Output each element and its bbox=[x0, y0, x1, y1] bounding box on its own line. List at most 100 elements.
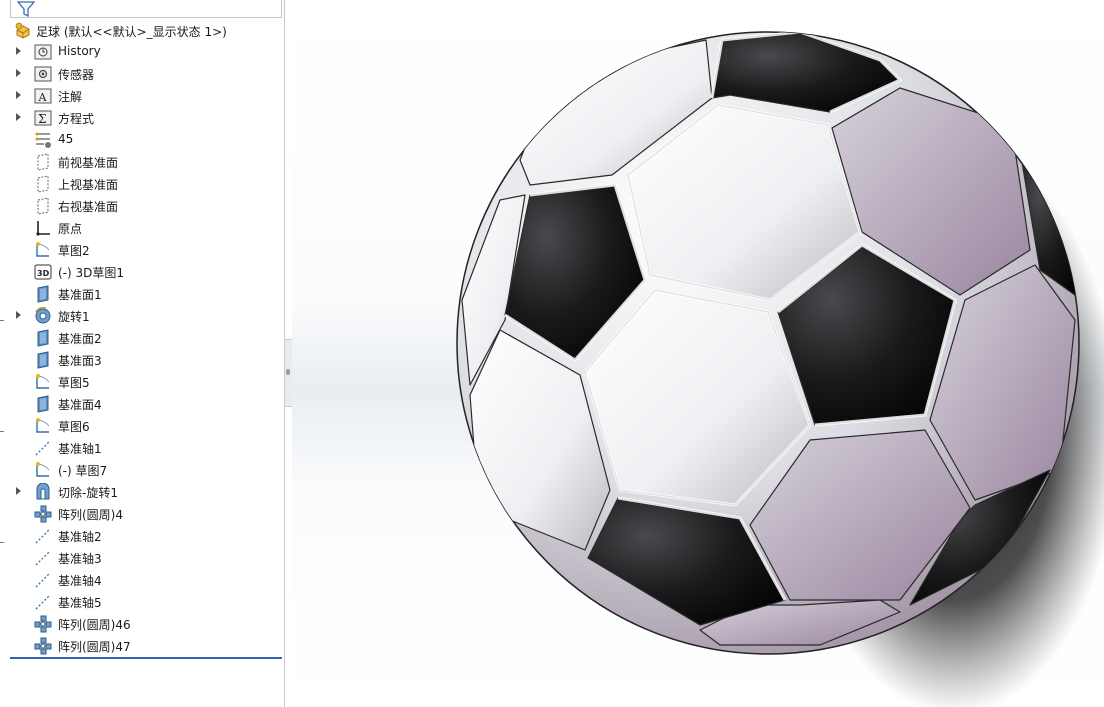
svg-text:Σ: Σ bbox=[38, 112, 46, 126]
tree-item[interactable]: 基准面2 bbox=[0, 327, 280, 349]
tree-item-label: 阵列(圆周)4 bbox=[58, 508, 123, 522]
tree-item[interactable]: 基准面1 bbox=[0, 283, 280, 305]
tree-item-label: History bbox=[58, 44, 101, 58]
tree-item-label: 基准轴1 bbox=[58, 442, 102, 456]
tree-item[interactable]: 草图5 bbox=[0, 371, 280, 393]
rollback-bar[interactable] bbox=[10, 657, 282, 659]
origin-icon bbox=[36, 221, 50, 236]
axis-icon bbox=[35, 550, 51, 566]
tree-root-part[interactable]: 足球 (默认<<默认>_显示状态 1>) bbox=[14, 21, 227, 41]
expand-arrow-icon[interactable] bbox=[16, 47, 21, 55]
tree-item[interactable]: 45 bbox=[0, 129, 280, 151]
tree-item[interactable]: 前视基准面 bbox=[0, 151, 280, 173]
axis-icon bbox=[35, 528, 51, 544]
soccer-ball-model[interactable] bbox=[292, 0, 1104, 707]
ref-plane-icon bbox=[37, 395, 49, 413]
tree-item-label: (-) 草图7 bbox=[58, 464, 108, 478]
plane-icon bbox=[37, 175, 49, 193]
sketch-icon bbox=[36, 418, 50, 433]
material-icon bbox=[35, 132, 51, 148]
graphics-viewport[interactable] bbox=[292, 0, 1104, 707]
tree-item-label: 基准面1 bbox=[58, 288, 102, 302]
feature-manager-tree[interactable]: 足球 (默认<<默认>_显示状态 1>) History 传感器 A 注解 Σ 方程式 45… bbox=[0, 0, 285, 707]
svg-text:A: A bbox=[38, 91, 48, 104]
tree-item[interactable]: 阵列(圆周)46 bbox=[0, 613, 280, 635]
tree-item-label: 基准面2 bbox=[58, 332, 102, 346]
cut-revolve-icon bbox=[36, 483, 50, 500]
tree-item-label: 基准轴5 bbox=[58, 596, 102, 610]
tree-item[interactable]: History bbox=[0, 41, 280, 63]
splitter-grip-icon bbox=[286, 369, 290, 375]
expand-arrow-icon[interactable] bbox=[16, 69, 21, 77]
tree-item-label: 阵列(圆周)46 bbox=[58, 618, 131, 632]
tree-item[interactable]: 传感器 bbox=[0, 63, 280, 85]
svg-text:3D: 3D bbox=[37, 269, 50, 278]
3d-sketch-icon: 3D bbox=[34, 264, 52, 280]
tree-item[interactable]: 3D (-) 3D草图1 bbox=[0, 261, 280, 283]
tree-item-label: 草图5 bbox=[58, 376, 90, 390]
circular-pattern-icon bbox=[34, 615, 52, 633]
ref-plane-icon bbox=[37, 351, 49, 369]
tree-item[interactable]: 草图2 bbox=[0, 239, 280, 261]
tree-item[interactable]: 基准面3 bbox=[0, 349, 280, 371]
expand-arrow-icon[interactable] bbox=[16, 487, 21, 495]
tree-item[interactable]: 基准面4 bbox=[0, 393, 280, 415]
tree-item-label: 传感器 bbox=[58, 68, 95, 82]
tree-item-label: 原点 bbox=[58, 222, 83, 236]
annotations-folder-icon: A bbox=[34, 88, 52, 104]
tree-item[interactable]: 阵列(圆周)47 bbox=[0, 635, 280, 657]
circular-pattern-icon bbox=[34, 505, 52, 523]
tree-item[interactable]: 基准轴2 bbox=[0, 525, 280, 547]
sensors-folder-icon bbox=[34, 66, 52, 82]
tree-item-label: 基准面4 bbox=[58, 398, 102, 412]
tree-item[interactable]: 上视基准面 bbox=[0, 173, 280, 195]
tree-item[interactable]: (-) 草图7 bbox=[0, 459, 280, 481]
circular-pattern-icon bbox=[34, 637, 52, 655]
tree-item-label: 阵列(圆周)47 bbox=[58, 640, 131, 654]
tree-item[interactable]: 切除-旋转1 bbox=[0, 481, 280, 503]
tree-item-label: 基准轴4 bbox=[58, 574, 102, 588]
tree-item[interactable]: 基准轴3 bbox=[0, 547, 280, 569]
sketch-icon bbox=[36, 242, 50, 257]
tree-item[interactable]: Σ 方程式 bbox=[0, 107, 280, 129]
tree-item-label: 基准面3 bbox=[58, 354, 102, 368]
tree-item[interactable]: 旋转1 bbox=[0, 305, 280, 327]
tree-item-label: 上视基准面 bbox=[58, 178, 119, 192]
tree-item-label: 45 bbox=[58, 132, 74, 146]
tree-item[interactable]: 基准轴5 bbox=[0, 591, 280, 613]
tree-item[interactable]: 右视基准面 bbox=[0, 195, 280, 217]
tree-item-label: 旋转1 bbox=[58, 310, 90, 324]
axis-icon bbox=[35, 440, 51, 456]
tree-item-label: 注解 bbox=[58, 90, 83, 104]
tree-item[interactable]: 原点 bbox=[0, 217, 280, 239]
plane-icon bbox=[37, 153, 49, 171]
tree-item[interactable]: 阵列(圆周)4 bbox=[0, 503, 280, 525]
plane-icon bbox=[37, 197, 49, 215]
tree-filter[interactable] bbox=[10, 0, 282, 18]
axis-icon bbox=[35, 594, 51, 610]
tree-item-label: 草图2 bbox=[58, 244, 90, 258]
part-icon bbox=[15, 22, 30, 39]
tree-item[interactable]: A 注解 bbox=[0, 85, 280, 107]
expand-arrow-icon[interactable] bbox=[16, 113, 21, 121]
equations-folder-icon: Σ bbox=[34, 110, 52, 126]
axis-icon bbox=[35, 572, 51, 588]
tree-item[interactable]: 基准轴4 bbox=[0, 569, 280, 591]
sketch-icon bbox=[36, 462, 50, 477]
tree-item-label: 草图6 bbox=[58, 420, 90, 434]
ref-plane-icon bbox=[37, 285, 49, 303]
tree-item-label: 前视基准面 bbox=[58, 156, 119, 170]
tree-item[interactable]: 基准轴1 bbox=[0, 437, 280, 459]
revolve-icon bbox=[35, 307, 51, 324]
tree-item-label: 切除-旋转1 bbox=[58, 486, 118, 500]
tree-item-label: 基准轴2 bbox=[58, 530, 102, 544]
tree-item-label: (-) 3D草图1 bbox=[58, 266, 125, 280]
ref-plane-icon bbox=[37, 329, 49, 347]
tree-item[interactable]: 草图6 bbox=[0, 415, 280, 437]
tree-item-label: 右视基准面 bbox=[58, 200, 119, 214]
history-folder-icon bbox=[34, 44, 52, 60]
expand-arrow-icon[interactable] bbox=[16, 91, 21, 99]
expand-arrow-icon[interactable] bbox=[16, 311, 21, 319]
tree-root-label: 足球 (默认<<默认>_显示状态 1>) bbox=[36, 24, 227, 39]
funnel-icon[interactable] bbox=[17, 1, 35, 17]
